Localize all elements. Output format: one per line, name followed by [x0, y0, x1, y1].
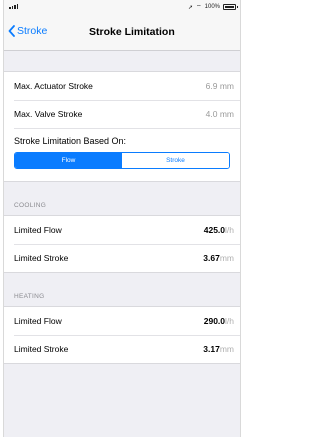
wifi-icon: ⌔: [196, 5, 202, 11]
row-label: Limited Flow: [14, 316, 62, 326]
cooling-limited-stroke-row[interactable]: Limited Stroke 3.67mm: [4, 244, 240, 272]
row-label: Max. Valve Stroke: [14, 109, 83, 119]
cooling-group: Limited Flow 425.0l/h Limited Stroke 3.6…: [4, 215, 240, 273]
cooling-header: COOLING: [14, 202, 47, 209]
battery-icon: [223, 4, 238, 10]
chevron-left-icon: [8, 25, 15, 37]
location-icon: ➚: [187, 4, 193, 11]
row-label: Max. Actuator Stroke: [14, 81, 93, 91]
back-label: Stroke: [17, 25, 48, 37]
battery-percent: 100%: [204, 4, 220, 10]
segmented-control: Flow Stroke: [14, 152, 230, 169]
nav-bar: Stroke Stroke Limitation: [4, 14, 240, 51]
stroke-info-group: Max. Actuator Stroke 6.9 mm Max. Valve S…: [4, 71, 240, 182]
heating-group: Limited Flow 290.0l/h Limited Stroke 3.1…: [4, 306, 240, 364]
segment-label: Stroke Limitation Based On:: [14, 136, 127, 146]
max-valve-stroke-row: Max. Valve Stroke 4.0 mm: [4, 100, 240, 128]
row-value: 4.0 mm: [205, 109, 234, 119]
row-label: Limited Stroke: [14, 253, 69, 263]
value-unit: mm: [219, 344, 234, 354]
row-value: 3.17mm: [203, 344, 240, 354]
row-label: Limited Flow: [14, 225, 62, 235]
cooling-limited-flow-row[interactable]: Limited Flow 425.0l/h: [4, 216, 240, 244]
value-unit: l/h: [225, 316, 234, 326]
row-label: Limited Stroke: [14, 344, 69, 354]
value-unit: l/h: [225, 225, 234, 235]
status-bar: ➚ ⌔ 100%: [4, 0, 240, 14]
row-value: 425.0l/h: [204, 225, 240, 235]
value-number: 3.17: [203, 344, 220, 354]
segment-stroke[interactable]: Stroke: [122, 153, 229, 168]
signal-icon: [9, 4, 18, 9]
max-actuator-stroke-row: Max. Actuator Stroke 6.9 mm: [4, 72, 240, 100]
page-title: Stroke Limitation: [89, 26, 175, 38]
back-button[interactable]: Stroke: [8, 25, 47, 37]
value-number: 290.0: [203, 316, 226, 326]
heating-limited-stroke-row[interactable]: Limited Stroke 3.17mm: [4, 335, 240, 363]
value-number: 3.67: [203, 253, 220, 263]
status-right: ➚ ⌔ 100%: [187, 3, 238, 11]
phone-screen: ➚ ⌔ 100% Stroke Stroke Limitation Max. A…: [3, 0, 241, 437]
value-unit: mm: [219, 253, 234, 263]
row-value: 290.0l/h: [204, 316, 240, 326]
value-number: 425.0: [203, 225, 226, 235]
row-value: 6.9 mm: [205, 81, 234, 91]
row-value: 3.67mm: [203, 253, 240, 263]
stroke-limitation-segment-row: Stroke Limitation Based On: Flow Stroke: [4, 128, 240, 181]
heating-limited-flow-row[interactable]: Limited Flow 290.0l/h: [4, 307, 240, 335]
segment-flow[interactable]: Flow: [15, 153, 122, 168]
heating-header: HEATING: [14, 293, 45, 300]
